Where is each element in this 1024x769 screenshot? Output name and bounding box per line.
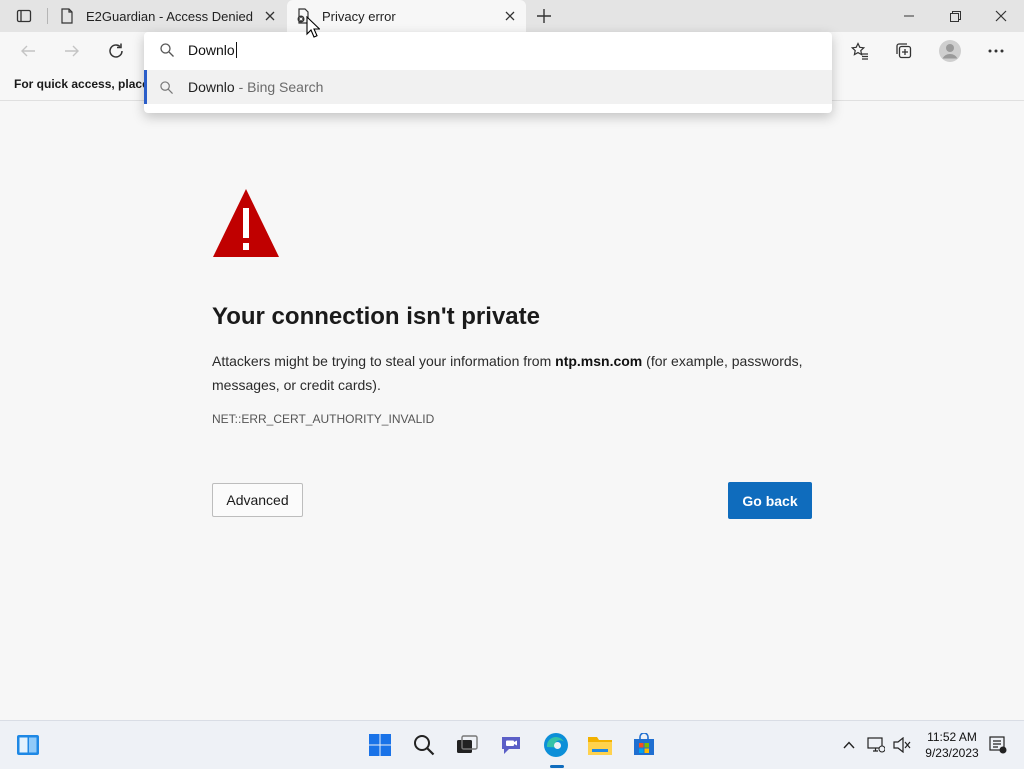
search-icon bbox=[414, 735, 435, 756]
selection-indicator bbox=[144, 70, 147, 104]
tab-divider bbox=[47, 8, 48, 24]
tab-actions-button[interactable] bbox=[8, 0, 40, 32]
widgets-icon bbox=[17, 735, 39, 755]
more-dots-icon bbox=[988, 49, 1004, 53]
task-view-button[interactable] bbox=[447, 721, 487, 769]
favorites-bar-hint: For quick access, place y bbox=[14, 77, 159, 91]
tab-actions-icon bbox=[16, 9, 32, 23]
domain-name: ntp.msn.com bbox=[555, 353, 643, 369]
search-button[interactable] bbox=[404, 721, 444, 769]
search-suggestion[interactable]: Downlo - Bing Search bbox=[144, 70, 832, 104]
close-icon bbox=[265, 11, 275, 21]
taskbar: 11:52 AM 9/23/2023 bbox=[0, 720, 1024, 769]
error-code: NET::ERR_CERT_AUTHORITY_INVALID bbox=[212, 412, 435, 426]
start-button[interactable] bbox=[360, 721, 400, 769]
tab-privacy-error[interactable]: Privacy error bbox=[287, 0, 526, 32]
speaker-muted-icon bbox=[893, 737, 911, 753]
advanced-button[interactable]: Advanced bbox=[212, 483, 303, 517]
error-description: Attackers might be trying to steal your … bbox=[212, 349, 822, 397]
settings-menu-button[interactable] bbox=[980, 35, 1012, 67]
search-icon bbox=[160, 43, 174, 57]
avatar-icon bbox=[939, 40, 961, 62]
notification-button[interactable] bbox=[980, 721, 1016, 769]
profile-button[interactable] bbox=[934, 35, 966, 67]
plus-icon bbox=[537, 9, 551, 23]
collections-icon bbox=[896, 43, 912, 59]
volume-button[interactable] bbox=[884, 721, 920, 769]
edge-taskbar-button[interactable] bbox=[536, 721, 576, 769]
description-text: Attackers might be trying to steal your … bbox=[212, 353, 556, 369]
mouse-cursor-icon bbox=[306, 16, 320, 38]
page-title: Your connection isn't private bbox=[212, 303, 540, 330]
tab-title: E2Guardian - Access Denied bbox=[86, 8, 253, 24]
close-icon bbox=[505, 11, 515, 21]
task-view-icon bbox=[457, 735, 478, 753]
suggestion-text: Downlo - Bing Search bbox=[188, 79, 323, 95]
minimize-icon bbox=[904, 15, 914, 17]
forward-arrow-icon bbox=[65, 45, 79, 57]
clock-time: 11:52 AM bbox=[927, 730, 977, 744]
folder-icon bbox=[588, 737, 612, 755]
restore-icon bbox=[949, 10, 961, 22]
restore-button[interactable] bbox=[932, 0, 978, 32]
chat-button[interactable] bbox=[491, 721, 531, 769]
forward-button[interactable] bbox=[56, 35, 88, 67]
widgets-button[interactable] bbox=[8, 721, 48, 769]
address-bar-dropdown: Downlo Downlo - Bing Search bbox=[144, 32, 832, 113]
chat-icon bbox=[502, 737, 520, 754]
star-list-icon bbox=[851, 42, 868, 60]
store-icon bbox=[634, 733, 654, 755]
warning-icon bbox=[213, 189, 279, 257]
close-tab-button[interactable] bbox=[502, 8, 518, 24]
favorites-button[interactable] bbox=[844, 35, 876, 67]
page-icon bbox=[61, 8, 73, 24]
refresh-button[interactable] bbox=[100, 35, 132, 67]
edge-icon bbox=[544, 733, 568, 757]
text-caret bbox=[235, 42, 237, 58]
search-icon bbox=[160, 81, 173, 94]
tab-title: Privacy error bbox=[322, 8, 396, 24]
tab-e2guardian[interactable]: E2Guardian - Access Denied bbox=[52, 0, 286, 32]
tab-strip: E2Guardian - Access Denied Privacy error bbox=[0, 0, 1024, 32]
suggestion-source: - Bing Search bbox=[234, 79, 324, 95]
collections-button[interactable] bbox=[888, 35, 920, 67]
close-icon bbox=[995, 10, 1007, 22]
system-clock[interactable]: 11:52 AM 9/23/2023 bbox=[920, 729, 984, 761]
close-window-button[interactable] bbox=[978, 0, 1024, 32]
address-input-text: Downlo bbox=[188, 42, 235, 58]
back-button[interactable] bbox=[12, 35, 44, 67]
notification-icon bbox=[989, 736, 1007, 754]
back-arrow-icon bbox=[21, 45, 35, 57]
refresh-icon bbox=[109, 43, 123, 58]
clock-date: 9/23/2023 bbox=[925, 746, 979, 760]
file-explorer-button[interactable] bbox=[580, 721, 620, 769]
close-tab-button[interactable] bbox=[262, 8, 278, 24]
network-disconnected-icon bbox=[867, 737, 885, 753]
windows-logo-icon bbox=[369, 734, 391, 756]
go-back-button[interactable]: Go back bbox=[728, 482, 812, 519]
minimize-button[interactable] bbox=[886, 0, 932, 32]
suggestion-query: Downlo bbox=[188, 79, 235, 95]
store-button[interactable] bbox=[624, 721, 664, 769]
new-tab-button[interactable] bbox=[530, 0, 558, 32]
address-input[interactable]: Downlo bbox=[188, 42, 237, 58]
chevron-up-icon bbox=[843, 741, 855, 749]
